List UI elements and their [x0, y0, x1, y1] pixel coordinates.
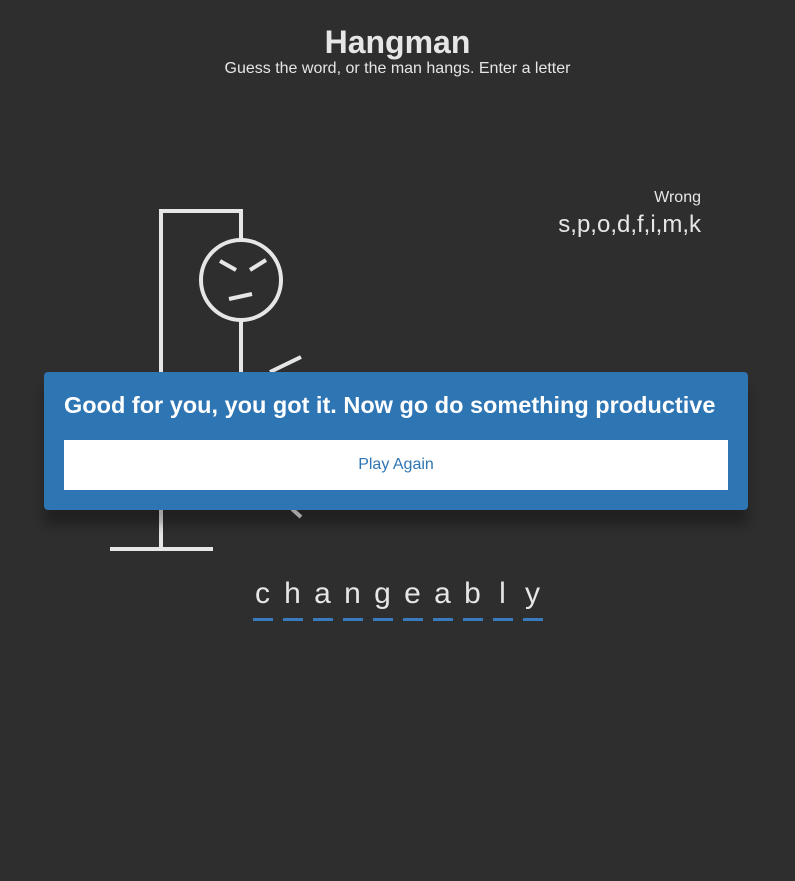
word-letter: e [402, 576, 423, 621]
word-display: c h a n g e a b l y [0, 576, 795, 621]
word-letter: b [462, 576, 483, 621]
hangman-arm [269, 355, 302, 374]
hangman-mouth [228, 292, 253, 301]
word-letter: g [372, 576, 393, 621]
win-popup: Good for you, you got it. Now go do some… [44, 372, 748, 510]
play-again-button[interactable]: Play Again [64, 440, 728, 490]
wrong-guesses: Wrong s,p,o,d,f,i,m,k [558, 188, 701, 240]
hangman-leg [290, 507, 303, 519]
word-letter: a [432, 576, 453, 621]
hangman-head [199, 238, 283, 322]
hangman-left-eyebrow [219, 259, 237, 272]
word-letter: n [342, 576, 363, 621]
popup-message: Good for you, you got it. Now go do some… [64, 392, 716, 418]
word-letter: l [492, 576, 513, 621]
wrong-letters: s,p,o,d,f,i,m,k [558, 211, 701, 238]
word-letter: c [252, 576, 273, 621]
word-letter: h [282, 576, 303, 621]
hangman-right-eyebrow [248, 258, 268, 272]
word-letter: a [312, 576, 333, 621]
word-letter: y [522, 576, 543, 621]
wrong-label: Wrong [654, 189, 701, 206]
